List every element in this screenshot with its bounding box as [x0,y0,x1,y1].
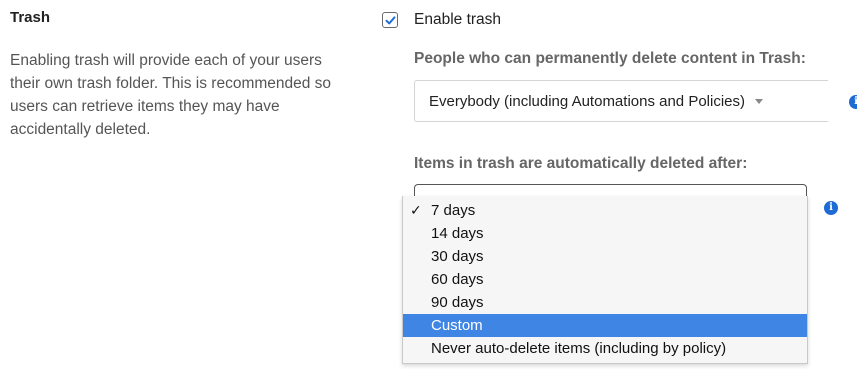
section-title: Trash [10,9,51,26]
permanent-delete-selected-value: Everybody (including Automations and Pol… [429,92,746,110]
dropdown-option-14-days[interactable]: 14 days [403,222,807,245]
checkmark-icon: ✓ [410,202,422,218]
permanent-delete-select[interactable]: Everybody (including Automations and Pol… [414,80,828,122]
checkmark-icon [385,15,395,24]
enable-trash-row[interactable]: Enable trash [382,8,501,32]
enable-trash-checkbox[interactable] [382,12,398,28]
dropdown-option-30-days[interactable]: 30 days [403,245,807,268]
caret-down-icon [755,98,764,104]
auto-delete-dropdown: ✓ 7 days 14 days 30 days 60 days 90 days… [402,196,808,364]
dropdown-option-7-days[interactable]: ✓ 7 days [403,199,807,222]
auto-delete-label: Items in trash are automatically deleted… [414,155,748,172]
permanent-delete-label: People who can permanently delete conten… [414,50,806,67]
dropdown-option-custom[interactable]: Custom [403,314,807,337]
auto-delete-select[interactable] [414,184,807,196]
info-icon[interactable]: i [849,95,857,109]
enable-trash-label: Enable trash [414,11,502,28]
dropdown-option-60-days[interactable]: 60 days [403,268,807,291]
dropdown-option-90-days[interactable]: 90 days [403,291,807,314]
info-icon[interactable]: i [824,201,838,215]
section-description: Enabling trash will provide each of your… [10,52,332,138]
dropdown-option-never[interactable]: Never auto-delete items (including by po… [403,337,807,360]
